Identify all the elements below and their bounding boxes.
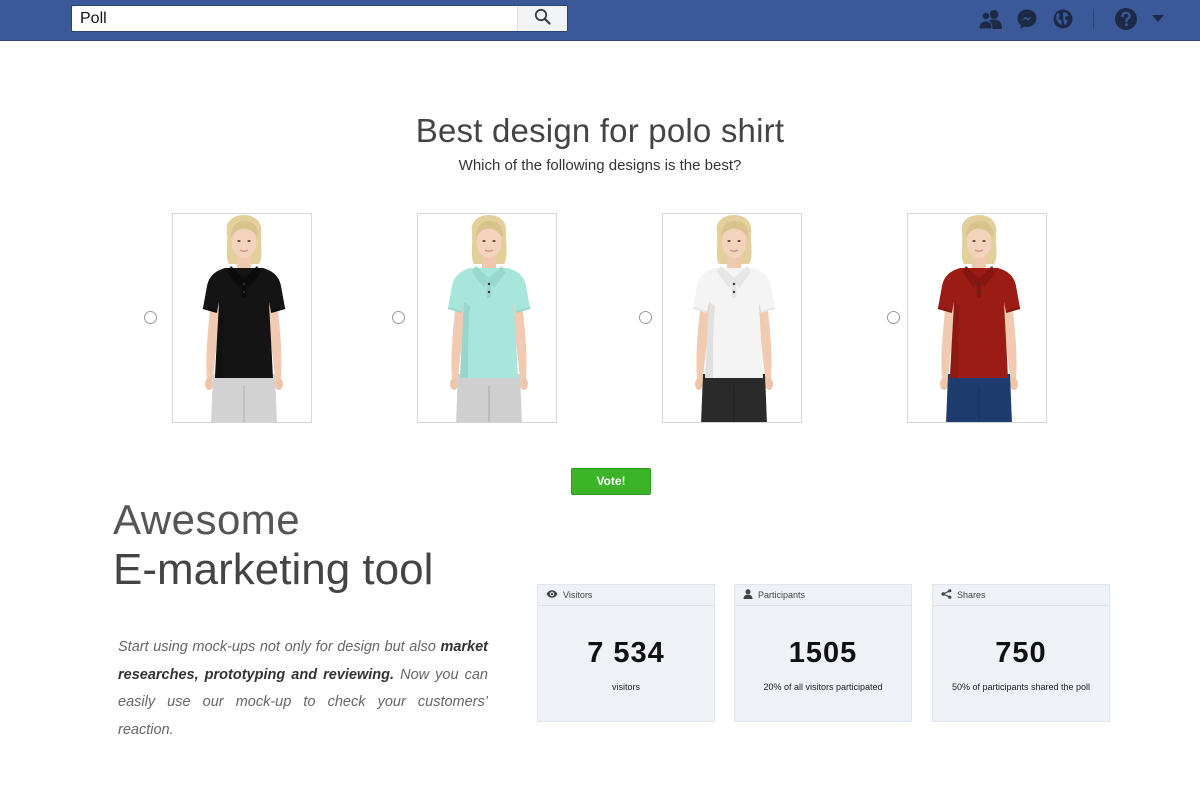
option-image-3[interactable] [662, 213, 802, 423]
globe-icon[interactable] [1049, 5, 1077, 32]
stat-card-visitors: Visitors 7 534 visitors [537, 584, 715, 722]
eye-icon [546, 590, 563, 600]
stat-label: Shares [957, 590, 986, 600]
stat-caption: visitors [611, 682, 640, 692]
stat-value: 750 [995, 637, 1047, 669]
stat-header: Participants [735, 585, 911, 606]
option-radio-1[interactable] [144, 311, 157, 324]
promo-text: Start using mock-ups not only for design… [118, 634, 488, 744]
top-navigation-bar [0, 0, 1200, 41]
stat-label: Participants [758, 590, 806, 600]
option-radio-4[interactable] [887, 311, 900, 324]
option-image-4[interactable] [907, 213, 1047, 423]
option-radio-3[interactable] [639, 311, 652, 324]
messenger-icon[interactable] [1013, 5, 1041, 32]
headline-line-2: E-marketing tool [113, 545, 434, 594]
poll-title: Best design for polo shirt [415, 112, 785, 149]
stat-header: Visitors [538, 585, 714, 606]
stat-header: Shares [933, 585, 1109, 606]
poll-question: Which of the following designs is the be… [458, 157, 742, 174]
option-image-1[interactable] [172, 213, 312, 423]
headline-line-1: Awesome [113, 496, 301, 543]
stat-value: 7 534 [587, 637, 665, 669]
share-icon [941, 589, 957, 601]
option-radio-2[interactable] [392, 311, 405, 324]
stat-label: Visitors [563, 590, 593, 600]
search-input[interactable] [72, 6, 517, 31]
stat-card-participants: Participants 1505 20% of all visitors pa… [734, 584, 912, 722]
search-icon [534, 8, 551, 30]
caret-down-icon[interactable] [1152, 15, 1164, 22]
stat-caption: 20% of all visitors participated [763, 682, 883, 692]
option-image-2[interactable] [417, 213, 557, 423]
user-icon [743, 589, 758, 601]
nav-icons [969, 5, 1164, 32]
stat-card-shares: Shares 750 50% of participants shared th… [932, 584, 1110, 722]
friends-icon[interactable] [977, 5, 1005, 32]
promo-text-part-1: Start using mock-ups not only for design… [118, 639, 441, 655]
stat-value: 1505 [788, 637, 858, 669]
search-button[interactable] [517, 6, 567, 31]
nav-separator [1093, 8, 1094, 29]
help-icon[interactable] [1112, 5, 1140, 32]
vote-button[interactable]: Vote! [571, 468, 651, 495]
search-box [71, 5, 568, 32]
stat-caption: 50% of participants shared the poll [951, 682, 1091, 692]
